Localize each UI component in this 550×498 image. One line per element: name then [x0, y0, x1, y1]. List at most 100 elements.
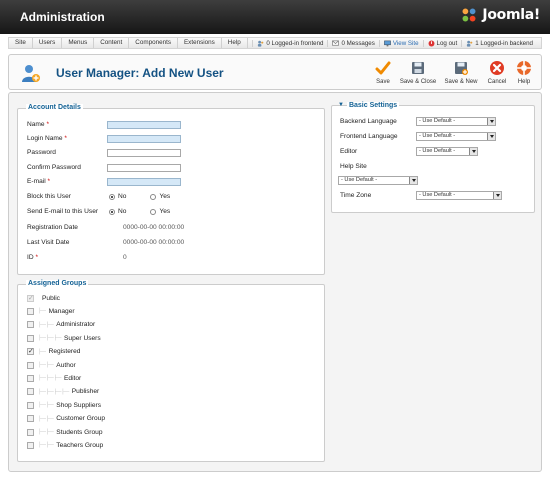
save-new-label: Save & New: [444, 79, 478, 85]
login-row: Login Name *: [27, 135, 100, 142]
user-add-icon: [22, 65, 40, 82]
tree-indent: |— |—: [39, 402, 54, 409]
group-item: |— |— Teachers Group: [27, 440, 103, 450]
help-site-select[interactable]: - Use Default -: [338, 176, 418, 185]
status-area: 0 Logged-in frontend 0 Messages View Sit…: [252, 39, 541, 47]
email-label: E-mail *: [27, 178, 51, 185]
block-yes-radio[interactable]: Yes: [150, 193, 170, 200]
logout-icon: [428, 40, 435, 46]
monitor-icon: [384, 40, 391, 46]
editor-select[interactable]: - Use Default -: [416, 147, 478, 156]
group-checkbox[interactable]: [27, 347, 34, 356]
joomla-logo-icon: [462, 8, 476, 22]
send-email-row: Send E-mail to this User: [27, 208, 100, 215]
backend-language-select[interactable]: - Use Default -: [416, 117, 496, 126]
group-checkbox[interactable]: [27, 415, 34, 423]
group-label: Administrator: [56, 321, 96, 329]
group-item: |— |— |— |— Publisher: [27, 387, 99, 397]
last-visit-label: Last Visit Date: [27, 239, 70, 246]
menu-users[interactable]: Users: [33, 38, 63, 48]
logout-link[interactable]: Log out: [422, 39, 462, 47]
block-user-radios: No Yes: [109, 193, 170, 200]
group-checkbox[interactable]: [27, 441, 34, 449]
group-checkbox[interactable]: [27, 334, 34, 342]
confirm-password-input[interactable]: [107, 164, 181, 172]
menu-content[interactable]: Content: [94, 38, 130, 48]
chevron-down-icon: [469, 148, 477, 155]
password-row: Password: [27, 149, 100, 156]
group-checkbox[interactable]: [27, 321, 34, 329]
group-checkbox[interactable]: [27, 401, 34, 409]
login-name-input[interactable]: [107, 135, 181, 143]
editor-label: Editor: [340, 148, 358, 155]
group-label: Public: [42, 294, 60, 302]
name-label: Name *: [27, 121, 50, 128]
menu-components[interactable]: Components: [129, 38, 178, 48]
group-checkbox[interactable]: [27, 361, 34, 369]
cancel-icon: [490, 61, 504, 75]
messages-status[interactable]: 0 Messages: [327, 39, 378, 47]
view-site-link[interactable]: View Site: [378, 39, 423, 47]
group-checkbox[interactable]: [27, 428, 34, 436]
name-input[interactable]: [107, 121, 181, 129]
group-item: |— |— Customer Group: [27, 414, 105, 424]
registration-date-value: 0000-00-00 00:00:00: [123, 224, 185, 231]
menu-extensions[interactable]: Extensions: [178, 38, 222, 48]
help-button[interactable]: Help: [508, 60, 540, 85]
joomla-logo-text: Joomla!: [482, 7, 540, 23]
checkmark-icon: [375, 61, 391, 75]
frontend-language-select[interactable]: - Use Default -: [416, 132, 496, 141]
password-label: Password: [27, 149, 56, 156]
send-email-no-radio[interactable]: No: [109, 208, 126, 215]
group-checkbox[interactable]: [27, 388, 34, 396]
group-item: |— |— Administrator: [27, 320, 95, 330]
assigned-groups-legend: Assigned Groups: [26, 280, 89, 287]
last-visit-value: 0000-00-00 00:00:00: [123, 239, 185, 246]
save-close-button[interactable]: Save & Close: [399, 60, 437, 85]
tree-indent: |— |— |—: [39, 375, 62, 382]
confirm-password-label: Confirm Password: [27, 164, 81, 171]
joomla-logo: Joomla!: [460, 6, 540, 24]
tree-indent: |— |—: [39, 415, 54, 422]
users-icon: [258, 40, 264, 47]
save-button[interactable]: Save: [364, 60, 402, 85]
save-new-button[interactable]: Save & New: [442, 60, 480, 85]
group-checkbox[interactable]: [27, 374, 34, 382]
block-no-radio[interactable]: No: [109, 193, 126, 200]
backend-language-label: Backend Language: [340, 118, 397, 125]
login-label: Login Name *: [27, 135, 67, 142]
group-label: Registered: [48, 348, 81, 356]
group-item: Public: [27, 293, 60, 303]
group-item: |— |— |— Editor: [27, 373, 81, 383]
tree-indent: |— |—: [39, 429, 54, 435]
id-row: ID * 0: [27, 254, 127, 261]
group-label: Teachers Group: [56, 441, 104, 449]
group-checkbox: [27, 294, 34, 302]
account-details-fieldset: Account Details Name * Login Name * Pass…: [17, 104, 325, 275]
send-email-yes-radio[interactable]: Yes: [150, 208, 170, 215]
send-email-radios: No Yes: [109, 208, 170, 215]
toolbar-box: User Manager: Add New User Save Save & C…: [8, 54, 542, 90]
menu-site[interactable]: Site: [9, 38, 33, 48]
time-zone-select[interactable]: - Use Default -: [416, 191, 502, 200]
basic-settings-header[interactable]: ▼ Basic Settings: [332, 101, 534, 109]
email-input[interactable]: [107, 178, 181, 186]
time-zone-label: Time Zone: [340, 192, 372, 199]
chevron-down-icon: [493, 192, 501, 199]
tree-indent: |—: [39, 348, 46, 355]
menu-menus[interactable]: Menus: [62, 38, 95, 48]
menu-help[interactable]: Help: [222, 38, 248, 48]
main-menu: Site Users Menus Content Components Exte…: [8, 37, 542, 49]
help-site-label: Help Site: [340, 163, 367, 170]
group-label: Customer Group: [56, 415, 106, 423]
chevron-down-icon: [487, 118, 495, 125]
basic-settings-fieldset: ▼ Basic Settings Backend Language - Use …: [331, 101, 535, 213]
frontend-users-status: 0 Logged-in frontend: [252, 39, 327, 47]
main-content: Account Details Name * Login Name * Pass…: [8, 92, 542, 472]
password-input[interactable]: [107, 149, 181, 157]
top-header: Administration Joomla!: [0, 0, 550, 34]
group-checkbox[interactable]: [27, 307, 34, 315]
tree-indent: |— |—: [39, 362, 54, 368]
name-row: Name *: [27, 121, 100, 128]
send-email-label: Send E-mail to this User: [27, 208, 99, 215]
